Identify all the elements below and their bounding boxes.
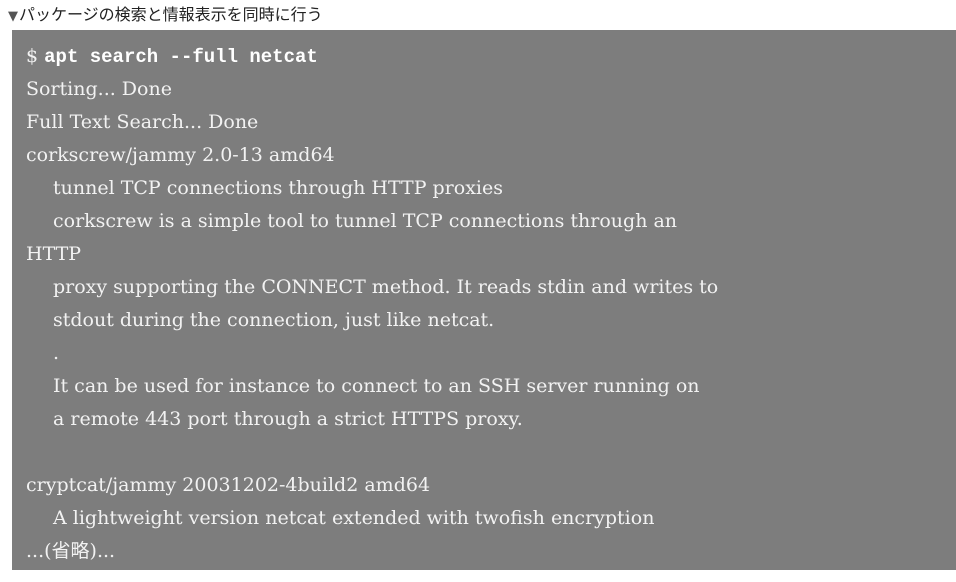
output-line: HTTP bbox=[26, 243, 82, 265]
output-line: A lightweight version netcat extended wi… bbox=[53, 507, 655, 529]
output-line: proxy supporting the CONNECT method. It … bbox=[53, 276, 719, 298]
output-line: Sorting... Done bbox=[26, 78, 172, 100]
command-text: apt search --full netcat bbox=[44, 46, 318, 68]
prompt-symbol: $ bbox=[26, 45, 39, 67]
terminal-output: $ apt search --full netcat Sorting... Do… bbox=[12, 30, 956, 570]
output-line: Full Text Search... Done bbox=[26, 111, 259, 133]
command-line: $ apt search --full netcat bbox=[26, 40, 956, 73]
output-line: a remote 443 port through a strict HTTPS… bbox=[53, 408, 523, 430]
output-line: stdout during the connection, just like … bbox=[53, 309, 495, 331]
output-line: It can be used for instance to connect t… bbox=[53, 375, 700, 397]
figure-caption: ▼パッケージの検索と情報表示を同時に行う bbox=[8, 2, 323, 28]
output-line: . bbox=[53, 342, 60, 364]
output-line: corkscrew/jammy 2.0-13 amd64 bbox=[26, 144, 335, 166]
output-line: corkscrew is a simple tool to tunnel TCP… bbox=[53, 210, 678, 232]
caption-text: パッケージの検索と情報表示を同時に行う bbox=[19, 5, 323, 24]
output-line: tunnel TCP connections through HTTP prox… bbox=[53, 177, 503, 199]
triangle-down-icon: ▼ bbox=[8, 9, 18, 24]
output-line: ...(省略)... bbox=[26, 540, 116, 562]
output-line: cryptcat/jammy 20031202-4build2 amd64 bbox=[26, 474, 431, 496]
